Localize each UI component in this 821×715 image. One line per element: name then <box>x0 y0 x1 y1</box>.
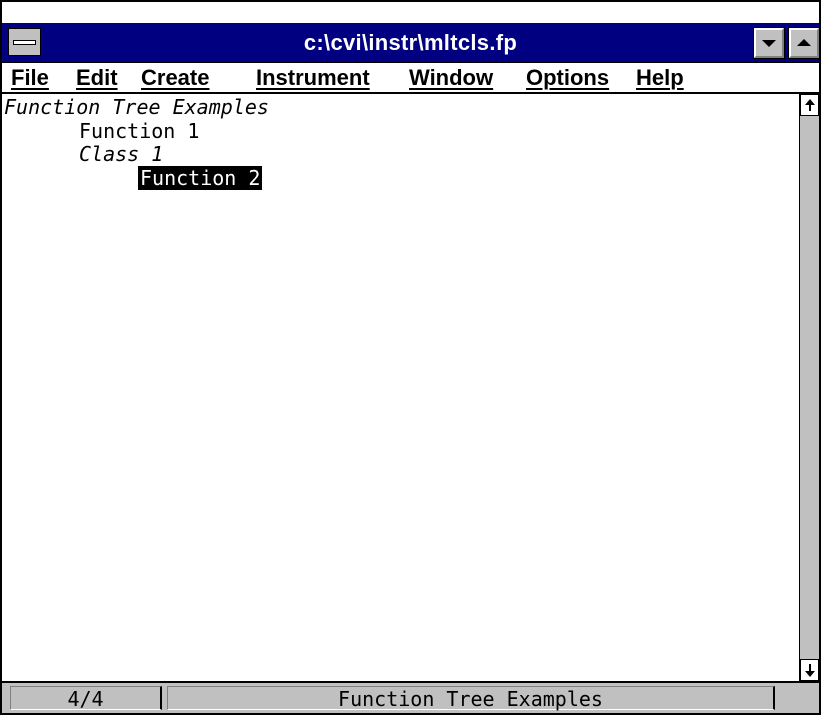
menu-item-edit[interactable]: Edit <box>76 63 118 92</box>
status-description: Function Tree Examples <box>167 686 775 711</box>
maximize-button[interactable] <box>788 27 819 59</box>
menu-item-instrument[interactable]: Instrument <box>256 63 370 92</box>
menu-item-help[interactable]: Help <box>636 63 684 92</box>
menu-bar: File Edit Create Instrument Window Optio… <box>2 63 819 94</box>
menu-item-create[interactable]: Create <box>141 63 209 92</box>
tree-node-root[interactable]: Function Tree Examples <box>4 95 269 119</box>
chevron-down-icon <box>762 40 776 47</box>
tree-node-function-2-selected[interactable]: Function 2 <box>138 166 263 190</box>
chevron-up-icon <box>797 39 811 46</box>
status-position: 4/4 <box>10 686 162 711</box>
window-title: c:\cvi\instr\mltcls.fp <box>303 30 518 55</box>
vertical-scrollbar[interactable] <box>799 94 819 681</box>
status-bar: 4/4 Function Tree Examples <box>2 681 819 713</box>
app-window: c:\cvi\instr\mltcls.fp File Edit Create … <box>0 0 821 715</box>
function-tree: Function Tree Examples Function 1 Class … <box>2 94 799 681</box>
scroll-down-button[interactable] <box>800 659 819 681</box>
title-bar[interactable]: c:\cvi\instr\mltcls.fp <box>2 23 819 64</box>
menu-item-file[interactable]: File <box>11 63 49 92</box>
menu-item-options[interactable]: Options <box>526 63 609 92</box>
scroll-up-button[interactable] <box>800 94 819 116</box>
menu-item-window[interactable]: Window <box>409 63 493 92</box>
minimize-button[interactable] <box>753 27 785 59</box>
arrow-down-icon <box>805 671 815 677</box>
tree-node-class-1[interactable]: Class 1 <box>79 142 163 166</box>
tree-node-function-1[interactable]: Function 1 <box>79 119 199 143</box>
